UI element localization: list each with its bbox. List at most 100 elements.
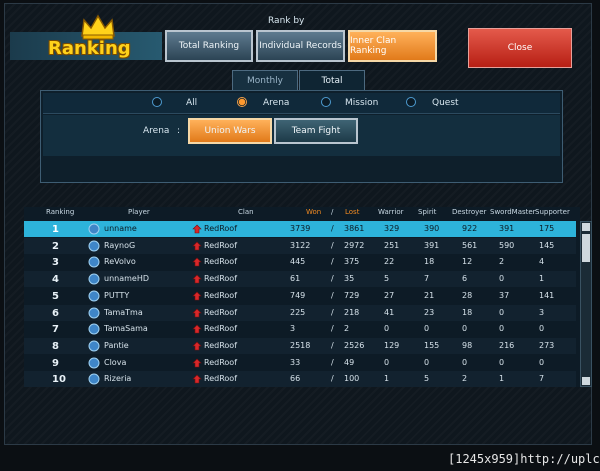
- clan-cell: RedRoof: [204, 257, 238, 267]
- close-button[interactable]: Close: [468, 28, 572, 68]
- mission-radio[interactable]: [321, 97, 331, 107]
- player-cell: Clova: [104, 357, 127, 367]
- scroll-down-arrow-icon[interactable]: [582, 377, 590, 385]
- table-row[interactable]: 3 ReVolvo RedRoof 445 / 375 22 18 12 2 4: [24, 254, 576, 270]
- warrior-cell: 27: [384, 290, 395, 300]
- player-class-icon: [88, 223, 100, 235]
- slash-cell: /: [331, 324, 334, 334]
- swordmaster-cell: 0: [499, 307, 505, 317]
- clan-cell: RedRoof: [204, 357, 238, 367]
- spirit-cell: 18: [424, 257, 435, 267]
- spirit-cell: 391: [424, 240, 440, 250]
- clan-cell: RedRoof: [204, 307, 238, 317]
- lost-cell: 375: [344, 257, 360, 267]
- rank-cell: 5: [52, 290, 59, 302]
- monthly-tab[interactable]: Monthly: [232, 70, 298, 90]
- clan-emblem-icon: [192, 308, 202, 317]
- won-cell: 61: [290, 274, 301, 284]
- supporter-cell: 7: [539, 374, 545, 384]
- swordmaster-cell: 391: [499, 224, 515, 233]
- swordmaster-cell: 0: [499, 274, 505, 284]
- quest-radio-label: Quest: [432, 98, 459, 108]
- spirit-cell: 23: [424, 307, 435, 317]
- swordmaster-cell: 0: [499, 324, 505, 334]
- header-supporter: Supporter: [535, 208, 570, 216]
- supporter-cell: 141: [539, 290, 555, 300]
- rank-cell: 2: [52, 240, 59, 252]
- slash-cell: /: [331, 240, 334, 250]
- warrior-cell: 0: [384, 324, 390, 334]
- supporter-cell: 0: [539, 324, 545, 334]
- spirit-cell: 7: [424, 274, 430, 284]
- all-radio[interactable]: [152, 97, 162, 107]
- player-cell: TamaTma: [104, 307, 143, 317]
- swordmaster-cell: 0: [499, 357, 505, 367]
- player-cell: Rizeria: [104, 374, 132, 384]
- spirit-cell: 0: [424, 357, 430, 367]
- destroyer-cell: 18: [462, 307, 473, 317]
- scroll-thumb[interactable]: [582, 234, 590, 262]
- arena-radio[interactable]: [237, 97, 247, 107]
- header-spirit: Spirit: [418, 208, 437, 216]
- table-row[interactable]: 1 unname RedRoof 3739 / 3861 329 390 922 391 175: [24, 221, 576, 237]
- clan-cell: RedRoof: [204, 340, 238, 350]
- won-cell: 3122: [290, 240, 311, 250]
- table-row[interactable]: 7 TamaSama RedRoof 3 / 2 0 0 0 0 0: [24, 321, 576, 337]
- individual-records-tab[interactable]: Individual Records: [256, 30, 345, 62]
- lost-cell: 3861: [344, 224, 365, 233]
- clan-cell: RedRoof: [204, 240, 238, 250]
- slash-cell: /: [331, 290, 334, 300]
- slash-cell: /: [331, 224, 334, 233]
- arena-options: Arena : Union Wars Team Fight: [43, 115, 560, 156]
- table-row[interactable]: 4 unnameHD RedRoof 61 / 35 5 7 6 0 1: [24, 271, 576, 288]
- warrior-cell: 22: [384, 257, 395, 267]
- swordmaster-cell: 37: [499, 290, 510, 300]
- clan-cell: RedRoof: [204, 324, 238, 334]
- category-radio-row: All Arena Mission Quest: [43, 93, 560, 114]
- slash-cell: /: [331, 374, 334, 384]
- all-radio-label: All: [186, 98, 198, 108]
- total-ranking-tab[interactable]: Total Ranking: [165, 30, 253, 62]
- warrior-cell: 5: [384, 274, 390, 284]
- scroll-up-arrow-icon[interactable]: [582, 223, 590, 231]
- spirit-cell: 390: [424, 224, 440, 233]
- footer-watermark: [1245x959]http://uplc.me/: [448, 452, 600, 466]
- inner-clan-ranking-tab[interactable]: Inner Clan Ranking: [348, 30, 437, 62]
- lost-cell: 2972: [344, 240, 365, 250]
- swordmaster-cell: 216: [499, 340, 515, 350]
- header-warrior: Warrior: [378, 208, 404, 216]
- clan-cell: RedRoof: [204, 374, 238, 384]
- swordmaster-cell: 590: [499, 240, 515, 250]
- table-row[interactable]: 9 Clova RedRoof 33 / 49 0 0 0 0 0: [24, 355, 576, 371]
- clan-emblem-icon: [192, 324, 202, 334]
- supporter-cell: 175: [539, 224, 555, 233]
- table-row[interactable]: 8 Pantie RedRoof 2518 / 2526 129 155 98 216 273: [24, 337, 576, 354]
- quest-radio[interactable]: [406, 97, 416, 107]
- player-class-icon: [88, 323, 100, 335]
- destroyer-cell: 2: [462, 374, 468, 384]
- table-row[interactable]: 6 TamaTma RedRoof 225 / 218 41 23 18 0 3: [24, 304, 576, 321]
- team-fight-button[interactable]: Team Fight: [274, 118, 358, 144]
- table-row[interactable]: 5 PUTTY RedRoof 749 / 729 27 21 28 37 141: [24, 288, 576, 304]
- table-row[interactable]: 10 Rizeria RedRoof 66 / 100 1 5 2 1 7: [24, 371, 576, 388]
- table-row[interactable]: 2 RaynoG RedRoof 3122 / 2972 251 391 561 590 145: [24, 237, 576, 254]
- won-cell: 66: [290, 374, 301, 384]
- slash-cell: /: [331, 307, 334, 317]
- total-tab[interactable]: Total: [299, 70, 365, 90]
- lost-cell: 2: [344, 324, 350, 334]
- lost-cell: 35: [344, 274, 355, 284]
- rank-cell: 10: [52, 374, 66, 386]
- swordmaster-cell: 1: [499, 374, 505, 384]
- rank-cell: 4: [52, 274, 59, 286]
- won-cell: 3739: [290, 224, 311, 233]
- table-scrollbar[interactable]: [580, 221, 592, 387]
- warrior-cell: 0: [384, 357, 390, 367]
- won-cell: 3: [290, 324, 296, 334]
- player-cell: unname: [104, 224, 137, 233]
- clan-emblem-icon: [192, 374, 202, 384]
- clan-emblem-icon: [192, 341, 202, 351]
- player-cell: unnameHD: [104, 274, 150, 284]
- union-wars-button[interactable]: Union Wars: [188, 118, 272, 144]
- swordmaster-cell: 2: [499, 257, 505, 267]
- player-class-icon: [88, 307, 100, 318]
